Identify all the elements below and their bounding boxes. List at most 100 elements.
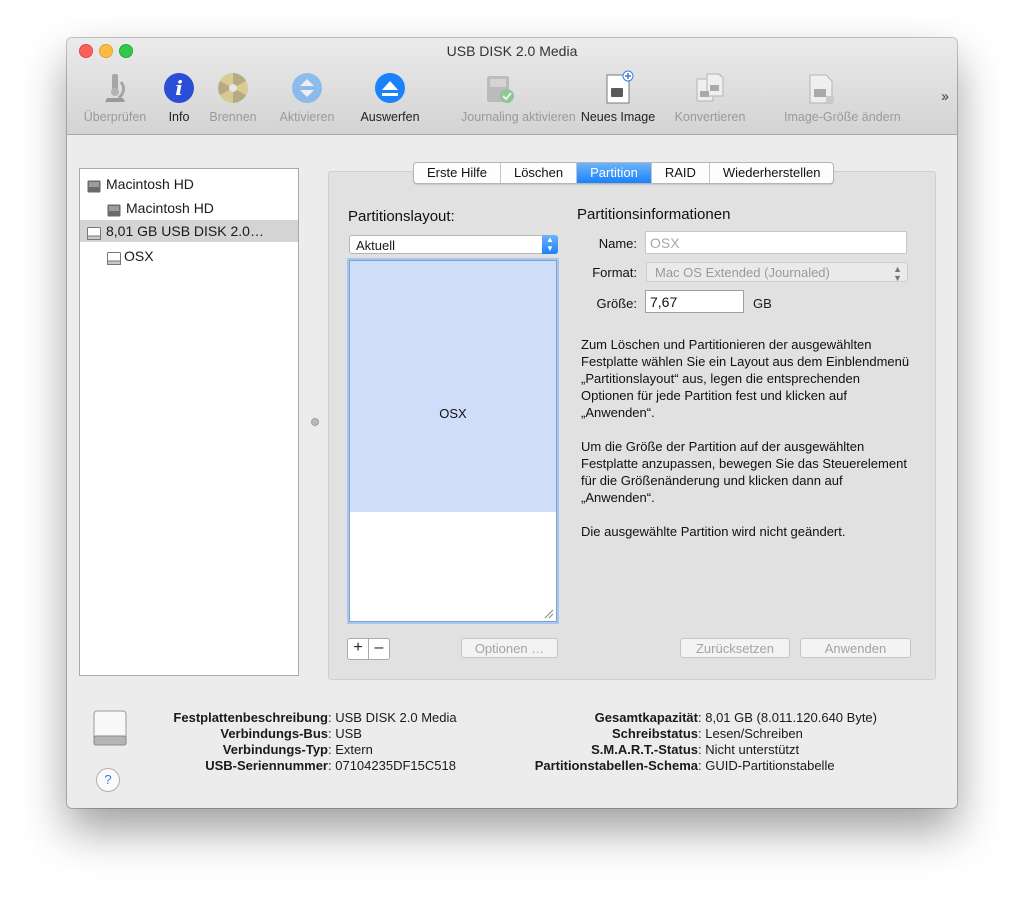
toolbar-burn-label: Brennen <box>209 110 257 124</box>
toolbar-journaling-label: Journaling aktivieren <box>461 110 576 124</box>
tab-bar: Erste Hilfe Löschen Partition RAID Wiede… <box>413 162 835 184</box>
name-label: Name: <box>598 236 637 251</box>
footer-value: Lesen/Schreiben <box>705 726 803 741</box>
partition-format-select[interactable]: Mac OS Extended (Journaled) ▲ ▼ <box>646 262 908 283</box>
apply-button[interactable]: Anwenden <box>800 638 911 658</box>
footer-value: GUID-Partitionstabelle <box>705 758 835 773</box>
internal-volume-icon <box>107 201 121 217</box>
tab-restore[interactable]: Wiederherstellen <box>710 163 834 183</box>
footer-row: USB-Seriennummer: 07104235DF15C518 <box>143 758 457 774</box>
toolbar-overflow-button[interactable]: ›› <box>941 88 949 105</box>
format-label: Format: <box>592 265 637 280</box>
add-partition-button[interactable]: + <box>348 639 368 659</box>
partition-layout-select[interactable]: Aktuell ▲ ▼ <box>349 235 558 254</box>
window-title: USB DISK 2.0 Media <box>446 43 578 59</box>
remove-partition-button[interactable]: – <box>368 639 389 659</box>
external-disk-icon <box>87 224 101 240</box>
footer-row: Verbindungs-Bus: USB <box>143 726 457 742</box>
size-unit: GB <box>753 296 772 311</box>
footer-key: Verbindungs-Typ <box>222 742 328 757</box>
tab-raid[interactable]: RAID <box>652 163 710 183</box>
footer-key: Schreibstatus <box>612 726 698 741</box>
footer-row: S.M.A.R.T.-Status: Nicht unterstützt <box>513 742 877 758</box>
partition-osx-label: OSX <box>439 406 467 421</box>
footer-row: Gesamtkapazität: 8,01 GB (8.011.120.640 … <box>513 710 877 726</box>
footer-row: Schreibstatus: Lesen/Schreiben <box>513 726 877 742</box>
toolbar-convert-button[interactable]: Konvertieren <box>675 70 745 128</box>
chevron-updown-icon: ▲ ▼ <box>893 264 902 283</box>
toolbar-eject-button[interactable]: Auswerfen <box>360 70 420 128</box>
footer-key: Gesamtkapazität <box>594 710 698 725</box>
footer-value: 8,01 GB (8.011.120.640 Byte) <box>705 710 877 725</box>
toolbar-eject-label: Auswerfen <box>360 110 420 124</box>
partition-map[interactable]: OSX <box>347 258 559 624</box>
toolbar-burn-button[interactable]: Brennen <box>209 70 257 128</box>
reset-button[interactable]: Zurücksetzen <box>680 638 790 658</box>
convert-icon <box>692 70 728 106</box>
footer-key: Festplattenbeschreibung <box>173 710 328 725</box>
partition-size-field[interactable]: 7,67 <box>645 290 744 313</box>
footer-row: Partitionstabellen-Schema: GUID-Partitio… <box>513 758 877 774</box>
footer-value: 07104235DF15C518 <box>335 758 456 773</box>
eject-icon <box>372 70 408 106</box>
new-image-icon <box>600 70 636 106</box>
sidebar-item-osx-volume[interactable]: OSX <box>80 245 298 267</box>
help-button[interactable]: ? <box>96 768 120 792</box>
toolbar-journaling-button[interactable]: Journaling aktivieren <box>461 70 576 128</box>
partition-osx[interactable] <box>350 261 556 512</box>
sidebar-item-label: 8,01 GB USB DISK 2.0… <box>106 223 264 239</box>
usb-disk-icon <box>93 710 127 751</box>
footer-key: USB-Seriennummer <box>205 758 328 773</box>
footer-value: USB DISK 2.0 Media <box>335 710 457 725</box>
footer-value: Nicht unterstützt <box>705 742 800 757</box>
footer-row: Verbindungs-Typ: Extern <box>143 742 457 758</box>
svg-text:i: i <box>175 76 183 100</box>
size-label: Größe: <box>596 296 637 311</box>
info-icon: i <box>161 70 197 106</box>
tab-erase[interactable]: Löschen <box>501 163 578 183</box>
toolbar-mount-button[interactable]: Aktivieren <box>280 70 334 128</box>
sidebar-item-label: OSX <box>124 248 154 264</box>
partition-add-remove: + – <box>347 638 390 660</box>
toolbar-new-image-label: Neues Image <box>580 110 656 124</box>
partition-name-field[interactable]: OSX <box>645 231 907 254</box>
footer-value: USB <box>335 726 362 741</box>
toolbar-resize-image-button[interactable]: Image-Größe ändern <box>784 70 901 128</box>
instructions-paragraph-1: Zum Löschen und Partitionieren der ausge… <box>581 337 910 420</box>
burn-disc-icon <box>215 70 251 106</box>
sidebar-item-label: Macintosh HD <box>126 200 214 216</box>
instructions-paragraph-2: Um die Größe der Partition auf der ausge… <box>581 439 907 505</box>
toolbar-new-image-button[interactable]: Neues Image <box>581 70 655 128</box>
tab-partition[interactable]: Partition <box>577 163 652 183</box>
options-button[interactable]: Optionen … <box>461 638 558 658</box>
footer-left: Festplattenbeschreibung: USB DISK 2.0 Me… <box>143 710 457 774</box>
footer-key: S.M.A.R.T.-Status <box>591 742 698 757</box>
split-view-handle[interactable] <box>311 418 319 426</box>
sidebar-item-macintosh-hd-disk[interactable]: Macintosh HD <box>80 173 298 195</box>
footer-key: Verbindungs-Bus <box>220 726 328 741</box>
footer-key: Partitionstabellen-Schema <box>534 758 698 773</box>
mount-icon <box>289 70 325 106</box>
footer-value: Extern <box>335 742 373 757</box>
internal-disk-icon <box>87 177 101 193</box>
toolbar-convert-label: Konvertieren <box>674 110 746 124</box>
footer-right: Gesamtkapazität: 8,01 GB (8.011.120.640 … <box>513 710 877 774</box>
chevron-updown-icon: ▲ ▼ <box>542 235 558 254</box>
resize-grip-icon[interactable] <box>544 609 554 619</box>
titlebar: USB DISK 2.0 Media Überprüfen i Info Bre… <box>67 38 957 135</box>
journaling-icon <box>481 70 517 106</box>
sidebar-item-label: Macintosh HD <box>106 176 194 192</box>
disk-utility-window: USB DISK 2.0 Media Überprüfen i Info Bre… <box>67 38 957 808</box>
toolbar-verify-button[interactable]: Überprüfen <box>84 70 146 128</box>
disk-list: Macintosh HD Macintosh HD 8,01 GB USB DI… <box>79 168 299 676</box>
partition-layout-label: Partitionslayout: <box>348 208 455 225</box>
toolbar-info-button[interactable]: i Info <box>161 70 197 128</box>
sidebar-item-usb-disk[interactable]: 8,01 GB USB DISK 2.0… <box>80 220 298 242</box>
format-value: Mac OS Extended (Journaled) <box>655 265 830 280</box>
tab-first-aid[interactable]: Erste Hilfe <box>414 163 501 183</box>
footer-row: Festplattenbeschreibung: USB DISK 2.0 Me… <box>143 710 457 726</box>
instructions-paragraph-3: Die ausgewählte Partition wird nicht geä… <box>581 524 846 539</box>
sidebar-item-macintosh-hd-volume[interactable]: Macintosh HD <box>80 197 298 219</box>
external-volume-icon <box>107 249 121 265</box>
microscope-icon <box>97 70 133 106</box>
